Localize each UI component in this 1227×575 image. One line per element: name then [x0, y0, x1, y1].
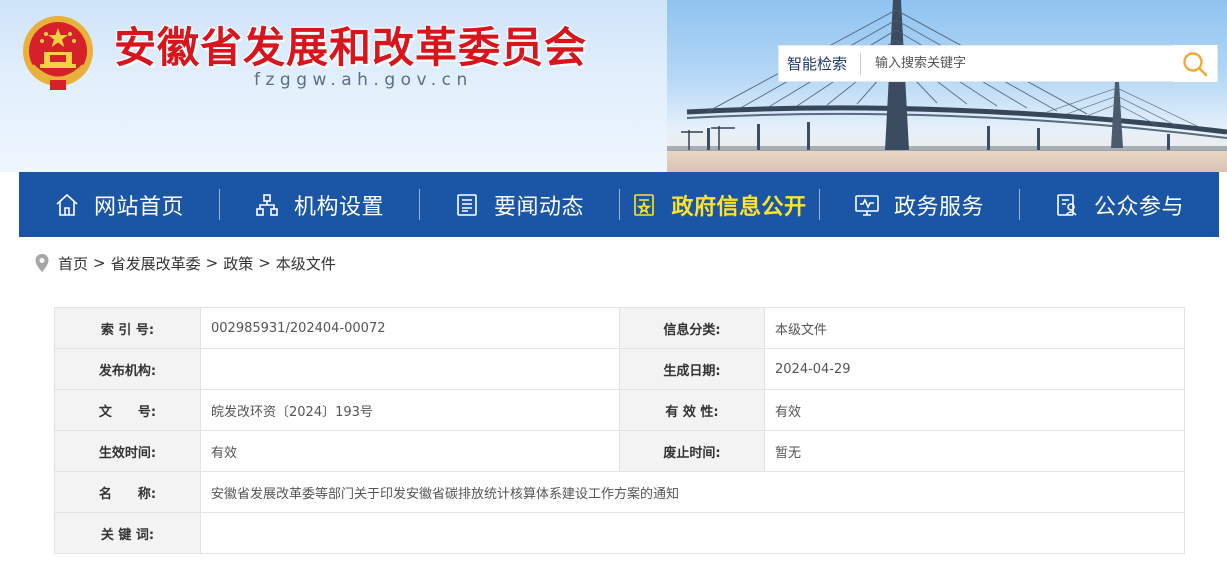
org-chart-icon: [254, 192, 280, 218]
page: 安徽省发展和改革委员会 fzggw.ah.gov.cn 智能检索 网站首页: [0, 0, 1227, 575]
index-number-label: 索 引 号:: [54, 307, 201, 349]
table-row: 关 键 词:: [54, 512, 1185, 554]
news-icon: [454, 192, 480, 218]
info-category-label: 信息分类:: [619, 307, 765, 349]
site-title: 安徽省发展和改革委员会: [114, 23, 588, 72]
main-nav: 网站首页 机构设置 要闻动态 政府信息公开 政务服务 公众参与: [19, 172, 1219, 237]
breadcrumb-policy[interactable]: 政策: [223, 253, 253, 274]
publisher-value: [200, 348, 620, 390]
document-number-value: 皖发改环资〔2024〕193号: [200, 389, 620, 431]
gov-info-icon: [631, 192, 657, 218]
national-emblem-icon: [23, 16, 93, 90]
keywords-label: 关 键 词:: [54, 512, 201, 554]
service-monitor-icon: [854, 192, 880, 218]
table-row: 发布机构: 生成日期: 2024-04-29: [54, 348, 1185, 390]
location-pin-icon: [35, 254, 49, 272]
nav-item-public[interactable]: 公众参与: [1019, 172, 1219, 237]
breadcrumb-separator: >: [93, 254, 106, 272]
breadcrumb-current[interactable]: 本级文件: [276, 253, 336, 274]
public-participation-icon: [1054, 192, 1080, 218]
nav-item-home[interactable]: 网站首页: [19, 172, 219, 237]
search-input[interactable]: [861, 46, 1173, 81]
document-name-value: 安徽省发展改革委等部门关于印发安徽省碳排放统计核算体系建设工作方案的通知: [200, 471, 1185, 513]
validity-value: 有效: [764, 389, 1185, 431]
site-domain: fzggw.ah.gov.cn: [254, 70, 473, 90]
breadcrumb: 首页 > 省发展改革委 > 政策 > 本级文件: [34, 252, 336, 274]
table-row: 名 称: 安徽省发展改革委等部门关于印发安徽省碳排放统计核算体系建设工作方案的通…: [54, 471, 1185, 513]
breadcrumb-separator: >: [258, 254, 271, 272]
document-name-label: 名 称:: [54, 471, 201, 513]
nav-item-services[interactable]: 政务服务: [819, 172, 1019, 237]
nav-item-gov-info[interactable]: 政府信息公开: [619, 172, 819, 237]
nav-item-news[interactable]: 要闻动态: [419, 172, 619, 237]
home-icon: [54, 192, 80, 218]
nav-label: 网站首页: [93, 194, 184, 220]
keywords-value: [200, 512, 1185, 554]
effective-time-label: 生效时间:: [54, 430, 201, 472]
search-box: 智能检索: [778, 45, 1218, 82]
publisher-label: 发布机构:: [54, 348, 201, 390]
document-info-table: 索 引 号: 002985931/202404-00072 信息分类: 本级文件…: [54, 307, 1185, 554]
generated-date-label: 生成日期:: [619, 348, 765, 390]
generated-date-value: 2024-04-29: [764, 348, 1185, 390]
nav-item-organization[interactable]: 机构设置: [219, 172, 419, 237]
nav-label: 要闻动态: [493, 194, 584, 220]
breadcrumb-separator: >: [205, 254, 219, 272]
nav-label: 政府信息公开: [671, 194, 807, 220]
breadcrumb-department[interactable]: 省发展改革委: [111, 253, 201, 274]
table-row: 文 号: 皖发改环资〔2024〕193号 有 效 性: 有效: [54, 389, 1185, 431]
validity-label: 有 效 性:: [619, 389, 765, 431]
expiry-time-value: 暂无: [764, 430, 1185, 472]
search-icon: [1183, 51, 1208, 76]
site-header: 安徽省发展和改革委员会 fzggw.ah.gov.cn 智能检索: [0, 0, 1227, 172]
search-label[interactable]: 智能检索: [779, 52, 861, 75]
nav-label: 公众参与: [1093, 194, 1184, 220]
search-button[interactable]: [1173, 45, 1217, 82]
breadcrumb-home[interactable]: 首页: [58, 253, 88, 274]
index-number-value: 002985931/202404-00072: [200, 307, 620, 349]
table-row: 生效时间: 有效 废止时间: 暂无: [54, 430, 1185, 472]
bridge-banner-image: [667, 0, 1227, 172]
nav-label: 机构设置: [293, 194, 384, 220]
info-category-value: 本级文件: [764, 307, 1185, 349]
table-row: 索 引 号: 002985931/202404-00072 信息分类: 本级文件: [54, 307, 1185, 349]
effective-time-value: 有效: [200, 430, 620, 472]
expiry-time-label: 废止时间:: [619, 430, 765, 472]
nav-label: 政务服务: [893, 194, 984, 220]
document-number-label: 文 号:: [54, 389, 201, 431]
